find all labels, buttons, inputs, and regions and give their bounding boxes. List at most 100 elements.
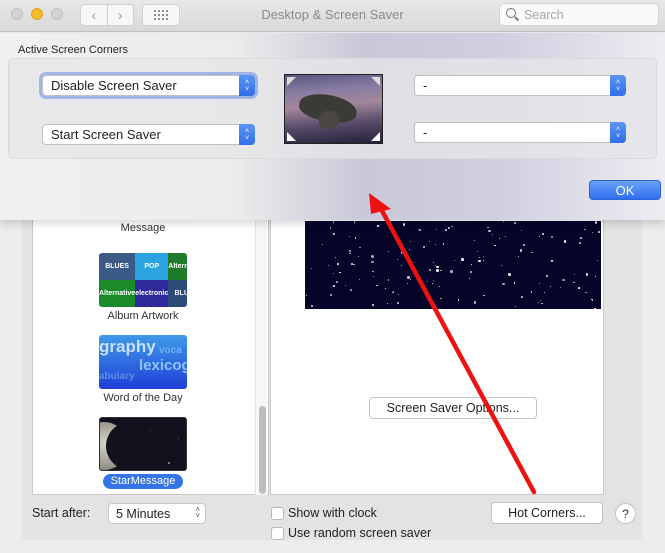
star-dot xyxy=(478,259,481,263)
star-dot xyxy=(573,281,575,284)
star-dot xyxy=(578,287,580,289)
search-field[interactable] xyxy=(499,3,659,26)
star-dot xyxy=(494,244,496,247)
star-dot xyxy=(400,252,403,254)
list-item-starmessage[interactable]: StarMessage xyxy=(33,417,253,489)
star-dot xyxy=(431,282,434,285)
star-dot xyxy=(596,260,598,262)
star-dot xyxy=(483,256,485,258)
star-dot xyxy=(530,291,533,293)
search-icon xyxy=(506,8,519,21)
star-dot xyxy=(447,226,451,230)
star-dot xyxy=(469,270,473,274)
star-dot xyxy=(594,275,597,278)
star-dot xyxy=(562,278,565,282)
star-dot xyxy=(436,265,439,269)
star-dot xyxy=(498,238,500,240)
top-left-corner-popup[interactable]: Disable Screen Saver ˄ ˅ xyxy=(42,75,255,96)
screen-saver-preview xyxy=(305,221,601,309)
screen-saver-list: Message BLUES POP Alternative electronic… xyxy=(32,200,269,495)
star-dot xyxy=(333,272,335,274)
list-item-label: Album Artwork xyxy=(107,310,179,322)
star-dot xyxy=(579,242,581,244)
star-dot xyxy=(483,294,485,297)
star-dot xyxy=(398,293,400,295)
star-dot xyxy=(502,282,505,286)
star-dot xyxy=(563,240,567,243)
star-dot xyxy=(351,263,353,265)
star-dot xyxy=(327,264,329,266)
star-dot xyxy=(549,286,551,288)
scrollbar-thumb[interactable] xyxy=(259,406,266,494)
star-dot xyxy=(435,244,437,246)
star-dot xyxy=(359,246,361,249)
list-item-label: Message xyxy=(120,222,166,234)
star-dot xyxy=(487,226,489,229)
star-dot xyxy=(518,255,520,257)
star-dot xyxy=(538,301,540,303)
star-dot xyxy=(500,264,502,266)
starmessage-thumbnail xyxy=(99,417,187,471)
random-screen-saver-checkbox[interactable] xyxy=(271,526,284,540)
top-right-corner-popup[interactable]: - ˄ ˅ xyxy=(414,75,626,96)
star-dot xyxy=(544,291,546,293)
screen-preview-thumbnail xyxy=(284,74,383,144)
star-dot xyxy=(336,281,338,283)
star-dot xyxy=(519,249,523,252)
star-dot xyxy=(479,257,481,259)
bottom-left-corner-popup[interactable]: Start Screen Saver ˄ ˅ xyxy=(42,124,255,145)
corner-bottom-left-icon xyxy=(287,132,296,141)
help-button[interactable]: ? xyxy=(615,503,636,524)
star-dot xyxy=(429,269,431,271)
show-with-clock-checkbox[interactable] xyxy=(271,506,284,520)
star-dot xyxy=(401,265,403,267)
star-dot xyxy=(406,257,408,259)
star-dot xyxy=(371,260,374,264)
screen-saver-options-button[interactable]: Screen Saver Options... xyxy=(369,397,537,419)
star-dot xyxy=(580,237,582,239)
ok-button[interactable]: OK xyxy=(589,180,661,200)
star-dot xyxy=(333,285,335,287)
active-screen-corners-sheet: Active Screen Corners Disable Screen Sav… xyxy=(0,33,665,220)
bottom-right-corner-popup[interactable]: - ˄ ˅ xyxy=(414,122,626,143)
star-dot xyxy=(539,235,541,237)
list-scrollbar[interactable] xyxy=(255,210,267,495)
star-dot xyxy=(461,258,464,261)
start-after-select[interactable]: 5 Minutes ˄ ˅ xyxy=(108,503,206,524)
list-item-album-artwork[interactable]: BLUES POP Alternative electronic Alterna… xyxy=(33,253,253,323)
star-dot xyxy=(435,228,438,231)
word-of-the-day-thumbnail: graphy voca lexicog abulary xyxy=(99,335,187,389)
album-artwork-thumbnail: BLUES POP Alternative electronic Alterna… xyxy=(99,253,187,307)
star-dot xyxy=(469,278,471,280)
star-dot xyxy=(377,225,379,227)
star-dot xyxy=(373,276,375,278)
star-dot xyxy=(353,221,356,223)
star-dot xyxy=(503,221,505,223)
list-item-word-of-the-day[interactable]: graphy voca lexicog abulary Word of the … xyxy=(33,335,253,405)
hot-corners-button[interactable]: Hot Corners... xyxy=(491,502,603,524)
star-dot xyxy=(350,289,352,291)
star-dot xyxy=(410,278,411,280)
random-screen-saver-row[interactable]: Use random screen saver xyxy=(271,526,431,540)
star-dot xyxy=(433,280,434,281)
star-dot xyxy=(353,263,355,266)
search-input[interactable] xyxy=(524,7,644,22)
star-dot xyxy=(339,271,341,274)
star-dot xyxy=(473,239,475,241)
star-dot xyxy=(598,231,600,233)
star-dot xyxy=(372,304,374,306)
star-dot xyxy=(573,273,575,275)
star-dot xyxy=(386,302,388,304)
star-dot xyxy=(385,288,387,290)
star-dot xyxy=(311,268,313,270)
star-dot xyxy=(337,263,339,265)
star-dot xyxy=(488,229,491,233)
star-dot xyxy=(513,282,516,284)
star-dot xyxy=(546,275,548,277)
star-dot xyxy=(305,295,307,297)
show-with-clock-row[interactable]: Show with clock xyxy=(271,506,377,520)
star-dot xyxy=(482,259,484,261)
star-dot xyxy=(358,256,360,258)
star-dot xyxy=(376,284,378,287)
star-dot xyxy=(432,261,435,264)
